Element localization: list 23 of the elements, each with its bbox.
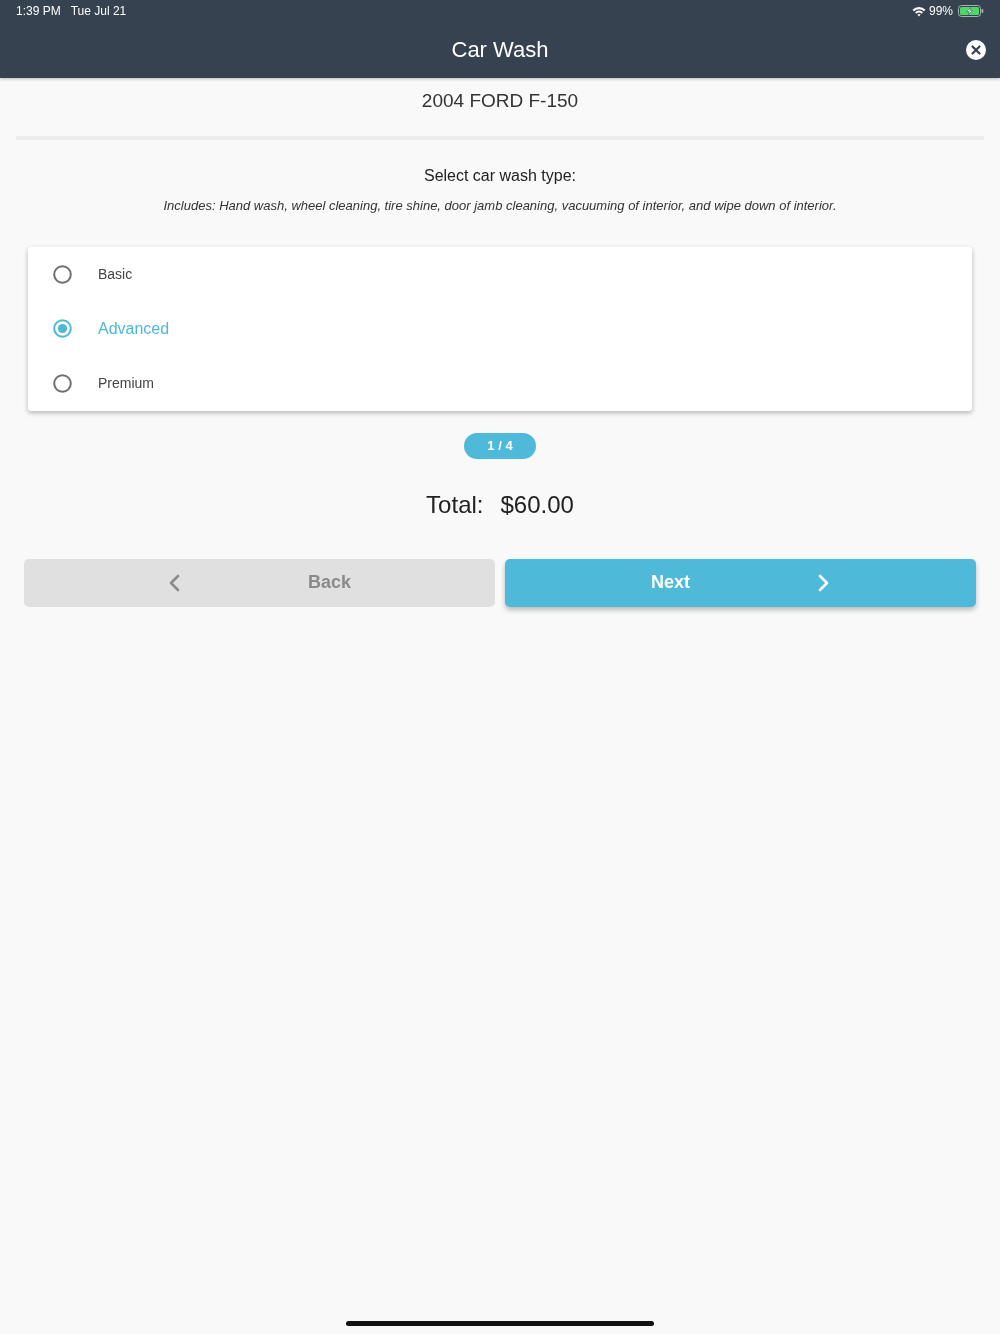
section-title: Select car wash type: (422, 166, 578, 186)
chevron-left-icon (168, 573, 180, 592)
option-label[interactable]: Premium (98, 375, 154, 392)
radio-button[interactable] (53, 374, 72, 393)
vehicle-name: 2004 FORD F-150 (420, 90, 580, 112)
status-time: 1:39 PM (16, 4, 61, 18)
total-amount: $60.00 (500, 490, 574, 519)
chevron-right-icon (818, 573, 830, 592)
option-label[interactable]: Basic (98, 266, 133, 283)
close-button[interactable] (966, 40, 986, 60)
page-title: Car Wash (451, 37, 549, 63)
total-label: Total: (426, 490, 484, 519)
wash-description: Includes: Hand wash, wheel cleaning, tire shine, door jamb cleaning, vacuuming of interior, and wipe down of interior. (162, 198, 838, 214)
next-button[interactable]: Next (505, 558, 976, 607)
radio-button[interactable] (53, 319, 72, 339)
close-icon (966, 40, 986, 60)
battery-charging-icon (958, 5, 984, 17)
status-date: Tue Jul 21 (70, 4, 127, 18)
option-label[interactable]: Advanced (98, 319, 170, 338)
radio-button[interactable] (53, 264, 72, 284)
wifi-icon (911, 5, 926, 17)
step-indicator: 1 / 4 (464, 432, 536, 459)
battery-percentage: 99% (928, 4, 953, 18)
